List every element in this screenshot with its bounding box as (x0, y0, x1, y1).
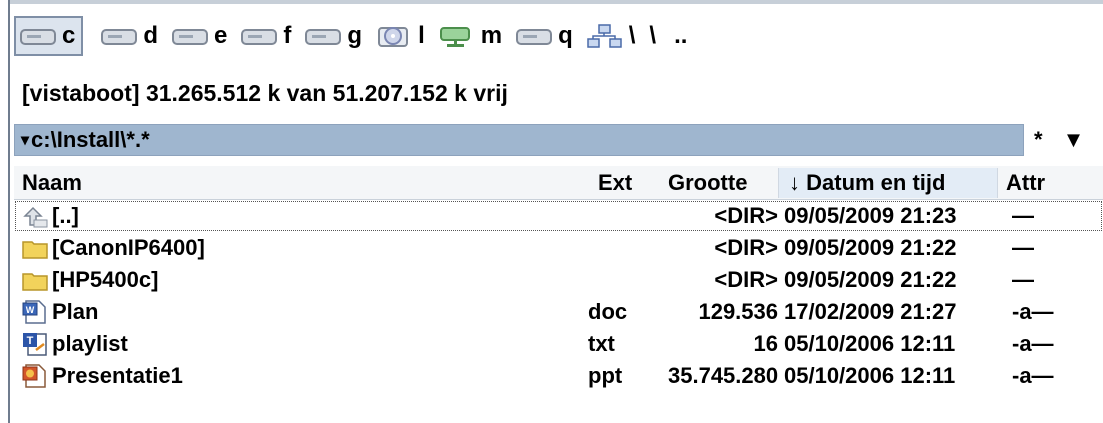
drive-button-e[interactable]: e (172, 16, 227, 56)
folder-icon (22, 268, 48, 292)
folder-icon (22, 236, 48, 260)
cd-drive-icon (376, 24, 412, 48)
drive-button-f[interactable]: f (241, 16, 291, 56)
file-name: Presentatie1 (52, 363, 183, 388)
window-left-edge (0, 0, 10, 423)
file-date: 05/10/2006 12:11 (784, 363, 956, 388)
root-button[interactable]: \ (649, 22, 656, 50)
path-bar[interactable]: ▾ c:\Install\*.* (14, 124, 1024, 156)
drive-label: d (143, 22, 159, 49)
file-size: <DIR> (714, 235, 778, 260)
drive-button-g[interactable]: g (305, 16, 362, 56)
file-size: 16 (753, 331, 778, 356)
drive-label: g (347, 22, 363, 49)
file-name: [HP5400c] (52, 267, 159, 292)
file-date: 05/10/2006 12:11 (784, 331, 956, 356)
hard-drive-icon (516, 24, 553, 48)
hard-drive-icon (241, 24, 278, 48)
text-file-icon: T (22, 332, 48, 356)
file-attr: -a— (1012, 299, 1054, 324)
up-folder-icon (22, 204, 48, 228)
drive-label: e (214, 22, 228, 49)
column-header-date[interactable]: ↓ Datum en tijd (778, 168, 998, 198)
file-row[interactable]: [CanonIP6400] <DIR> 09/05/2009 21:22 — (14, 232, 1103, 264)
network-label: \ (628, 22, 636, 49)
file-size: <DIR> (714, 267, 778, 292)
path-dropdown-icon[interactable]: ▼ (1063, 127, 1085, 153)
hard-drive-icon (305, 24, 342, 48)
drive-label: m (480, 22, 503, 49)
file-date: 17/02/2009 21:27 (784, 299, 957, 324)
file-name: [..] (52, 203, 79, 228)
path-tools: * ▼ (1034, 124, 1103, 156)
drive-button-q[interactable]: q (516, 16, 573, 56)
free-space-label: [vistaboot] 31.265.512 k van 51.207.152 … (22, 80, 508, 106)
network-drive-icon (439, 24, 475, 48)
file-date: 09/05/2009 21:23 (784, 203, 957, 228)
hard-drive-icon (101, 24, 138, 48)
file-date: 09/05/2009 21:22 (784, 235, 957, 260)
file-size: <DIR> (714, 203, 778, 228)
column-header-size[interactable]: Grootte (668, 168, 747, 198)
file-row[interactable]: T playlist txt 16 05/10/2006 12:11 -a— (14, 328, 1103, 360)
file-ext: doc (588, 299, 628, 324)
svg-text:T: T (27, 335, 34, 347)
file-attr: — (1012, 235, 1034, 260)
network-icon (587, 24, 623, 48)
drive-button-l[interactable]: l (376, 16, 425, 56)
word-doc-icon: W (22, 300, 48, 324)
file-size: 129.536 (698, 299, 778, 324)
file-list: [..] <DIR> 09/05/2009 21:23 — [CanonIP64… (14, 200, 1103, 392)
drive-label: f (283, 22, 292, 49)
file-ext: txt (588, 331, 615, 356)
file-name: [CanonIP6400] (52, 235, 205, 260)
file-attr: — (1012, 203, 1034, 228)
file-attr: -a— (1012, 331, 1054, 356)
drive-label: c (62, 22, 76, 49)
file-size: 35.745.280 (668, 363, 779, 388)
file-ext: ppt (588, 363, 623, 388)
network-neighborhood-button[interactable]: \ (587, 16, 636, 56)
file-attr: — (1012, 267, 1034, 292)
drive-label: l (418, 22, 425, 49)
powerpoint-icon (22, 364, 48, 388)
hard-drive-icon (172, 24, 209, 48)
drive-bar: c d e f g l m q \ \ .. (14, 16, 705, 56)
column-header-name[interactable]: Naam (22, 168, 82, 198)
favorites-star-button[interactable]: * (1034, 127, 1043, 153)
drive-button-m[interactable]: m (439, 16, 502, 56)
file-attr: -a— (1012, 363, 1054, 388)
file-list-header: Naam Ext Grootte ↓ Datum en tijd Attr (14, 166, 1103, 200)
drive-button-c[interactable]: c (14, 16, 84, 56)
file-row-parent[interactable]: [..] <DIR> 09/05/2009 21:23 — (14, 200, 1103, 232)
file-name: Plan (52, 299, 99, 324)
svg-text:W: W (26, 305, 35, 315)
top-rule (10, 0, 1103, 4)
drive-label: q (558, 22, 573, 49)
column-header-ext[interactable]: Ext (598, 168, 632, 198)
file-date: 09/05/2009 21:22 (784, 267, 957, 292)
up-button[interactable]: .. (674, 22, 687, 50)
history-arrow-icon[interactable]: ▾ (21, 130, 29, 150)
column-header-date-label: Datum en tijd (806, 170, 946, 195)
sort-descending-icon: ↓ (789, 170, 800, 195)
file-name: playlist (52, 331, 128, 356)
hard-drive-icon (20, 24, 56, 48)
file-row[interactable]: Presentatie1 ppt 35.745.280 05/10/2006 1… (14, 360, 1103, 392)
file-row[interactable]: [HP5400c] <DIR> 09/05/2009 21:22 — (14, 264, 1103, 296)
file-row[interactable]: W Plan doc 129.536 17/02/2009 21:27 -a— (14, 296, 1103, 328)
column-header-attr[interactable]: Attr (1006, 168, 1045, 198)
current-path: c:\Install\*.* (31, 127, 150, 152)
drive-button-d[interactable]: d (101, 16, 158, 56)
